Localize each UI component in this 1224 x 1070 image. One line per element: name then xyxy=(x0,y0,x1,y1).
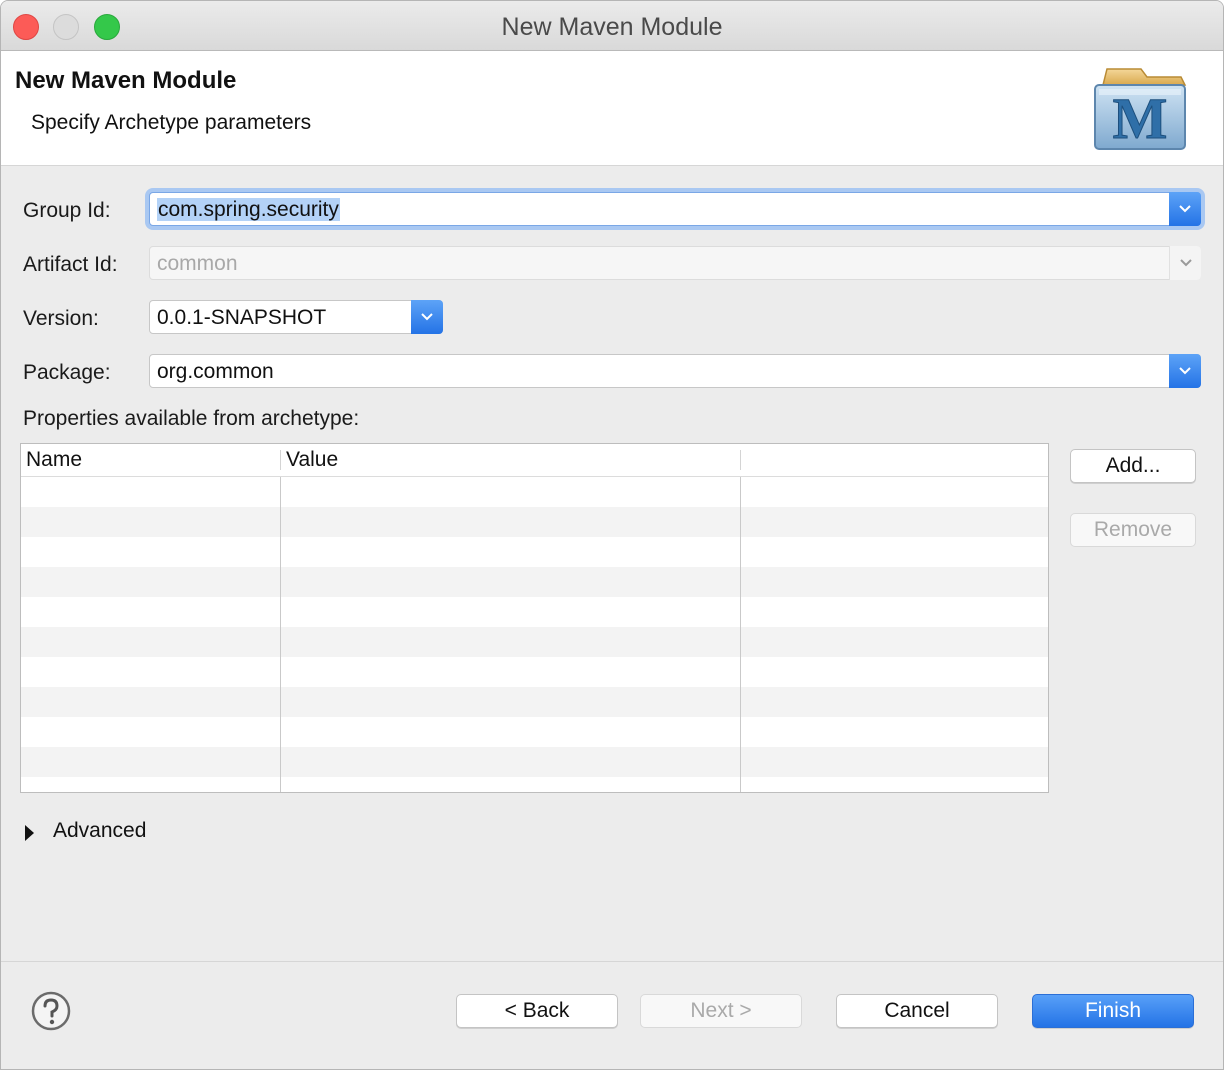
remove-property-button: Remove xyxy=(1070,513,1196,547)
column-divider[interactable] xyxy=(740,450,741,470)
dialog-window: New Maven Module New Maven Module Specif… xyxy=(0,0,1224,1070)
artifact-id-combo: common xyxy=(149,246,1201,280)
chevron-down-icon xyxy=(421,313,433,321)
package-label: Package: xyxy=(23,361,111,384)
column-grid-line xyxy=(740,477,741,792)
chevron-down-icon xyxy=(1179,205,1191,213)
package-value[interactable]: org.common xyxy=(157,360,274,384)
column-grid-line xyxy=(280,477,281,792)
chevron-down-icon xyxy=(1179,367,1191,375)
window-title: New Maven Module xyxy=(501,13,723,41)
table-row[interactable] xyxy=(21,477,1048,507)
table-row[interactable] xyxy=(21,567,1048,597)
table-row[interactable] xyxy=(21,747,1048,777)
table-row[interactable] xyxy=(21,507,1048,537)
disclosure-triangle-icon xyxy=(25,825,34,841)
cancel-button[interactable]: Cancel xyxy=(836,994,998,1028)
version-combo[interactable]: 0.0.1-SNAPSHOT xyxy=(149,300,443,334)
group-id-value: com.spring.security xyxy=(157,198,340,221)
artifact-id-value: common xyxy=(157,252,238,275)
table-header: Name Value xyxy=(21,444,1048,477)
group-id-label: Group Id: xyxy=(23,199,111,222)
add-property-button[interactable]: Add... xyxy=(1070,449,1196,483)
table-row[interactable] xyxy=(21,627,1048,657)
table-body xyxy=(21,477,1048,777)
column-divider[interactable] xyxy=(280,450,281,470)
button-bar: < Back Next > Cancel Finish xyxy=(1,961,1223,1069)
properties-label: Properties available from archetype: xyxy=(23,407,360,430)
artifact-id-dropdown-button xyxy=(1169,246,1201,280)
banner-title: New Maven Module xyxy=(15,67,237,94)
column-header-name[interactable]: Name xyxy=(26,448,82,472)
package-dropdown-button[interactable] xyxy=(1169,354,1201,388)
package-combo[interactable]: org.common xyxy=(149,354,1201,388)
form-area: Group Id: com.spring.security Artifact I… xyxy=(1,167,1223,961)
title-bar: New Maven Module xyxy=(1,1,1223,51)
properties-table[interactable]: Name Value xyxy=(20,443,1049,793)
group-id-input[interactable]: com.spring.security xyxy=(157,198,340,222)
version-label: Version: xyxy=(23,307,99,330)
help-icon[interactable] xyxy=(31,991,71,1031)
table-row[interactable] xyxy=(21,657,1048,687)
svg-text:M: M xyxy=(1113,86,1168,151)
table-row[interactable] xyxy=(21,537,1048,567)
chevron-down-icon xyxy=(1180,259,1192,267)
back-button[interactable]: < Back xyxy=(456,994,618,1028)
artifact-id-label: Artifact Id: xyxy=(23,253,118,276)
table-row[interactable] xyxy=(21,597,1048,627)
group-id-combo[interactable]: com.spring.security xyxy=(149,192,1201,226)
next-button: Next > xyxy=(640,994,802,1028)
version-value: 0.0.1-SNAPSHOT xyxy=(157,306,327,329)
wizard-banner: New Maven Module Specify Archetype param… xyxy=(1,51,1223,166)
table-row[interactable] xyxy=(21,717,1048,747)
advanced-label: Advanced xyxy=(53,819,147,842)
table-row[interactable] xyxy=(21,687,1048,717)
finish-button[interactable]: Finish xyxy=(1032,994,1194,1028)
banner-subtitle: Specify Archetype parameters xyxy=(31,111,312,134)
version-dropdown-button[interactable] xyxy=(411,300,443,334)
group-id-dropdown-button[interactable] xyxy=(1169,192,1201,226)
maven-logo-icon: M xyxy=(1094,68,1187,152)
column-header-value[interactable]: Value xyxy=(286,448,338,472)
